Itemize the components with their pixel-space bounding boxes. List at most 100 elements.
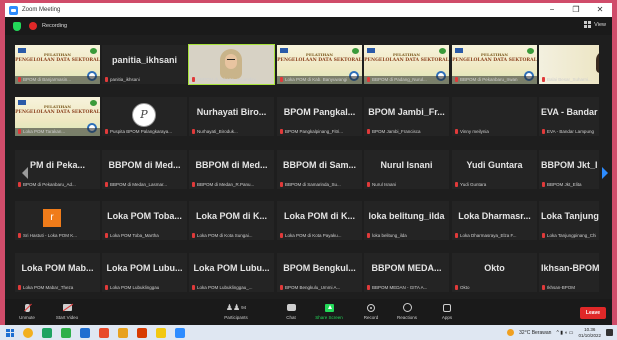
muted-mic-icon (18, 77, 21, 82)
participant-display-name: Loka POM Lubu... (193, 263, 270, 273)
participant-tile[interactable]: Ikhsan-BPOM Ikhsan-BPOM (539, 253, 599, 292)
participant-name: Loka POM di Kota Payaku... (285, 233, 342, 238)
leave-button[interactable]: Leave (580, 307, 606, 319)
file-explorer-icon[interactable] (61, 327, 71, 338)
participant-display-name: panitia_ikhsani (111, 55, 178, 65)
office-icon[interactable] (118, 327, 128, 338)
start-video-button[interactable]: Start Video (45, 302, 89, 320)
apps-button[interactable]: Apps (425, 302, 469, 320)
participant-name-label: Loka POM Tarakan... (18, 129, 97, 134)
participant-name: BBPOM di Pekanbaru_Irwan (460, 77, 518, 82)
minimize-button[interactable]: − (540, 3, 564, 17)
participant-tile[interactable]: PELATIHAN PENGELOLAAN DATA SEKTORAL BBPOM … (364, 45, 449, 84)
participant-tile[interactable]: Loka Dharmasr... Loka Dharmasraya_Elza F.… (452, 201, 537, 240)
muted-mic-icon (192, 77, 195, 82)
search-icon[interactable] (23, 327, 33, 338)
shield-icon[interactable] (13, 21, 21, 31)
participants-button[interactable]: ♟♟ 94 Participants (214, 302, 258, 320)
participant-tile[interactable]: P Puspita BPOM Palangkaraya... (102, 97, 187, 136)
participant-name-label: BBPOM di Padang_Nurul... (367, 77, 446, 82)
chat-icon (286, 304, 296, 311)
zoom-window: Zoom Meeting − ❐ ✕ Recording View PELATI… (5, 3, 612, 325)
participant-name-label: loka belitung_ilda (367, 233, 446, 238)
participant-name-label: BBPOM di Pekanbaru_Irwan (455, 77, 534, 82)
participant-tile[interactable]: Yudi Guntara Yudi Guntara (452, 150, 537, 189)
task-view-icon[interactable] (42, 327, 52, 338)
participant-tile[interactable]: Loka POM di K... Loka POM di Kota Sungai.… (189, 201, 274, 240)
maximize-button[interactable]: ❐ (564, 3, 588, 17)
windows-start-icon[interactable] (6, 328, 14, 337)
participant-tile[interactable]: Nurul Isnani Nurul Isnani (364, 150, 449, 189)
participant-tile[interactable]: r Sri Hastuti - Loka POM K... (15, 201, 100, 240)
sticky-notes-icon[interactable] (156, 327, 166, 338)
chrome-icon[interactable] (99, 327, 109, 338)
reactions-button[interactable]: Reactions (385, 302, 429, 320)
clock[interactable]: 10.36 01/10/2022 (578, 327, 601, 339)
muted-mic-icon (192, 233, 195, 238)
participant-name: BPOM Bengkulu_Ummi A... (285, 285, 341, 290)
unmute-button[interactable]: Unmute (5, 302, 49, 320)
grid-icon (584, 21, 592, 28)
participant-tile[interactable]: BBPOM di Sam... BBPOM di Samarinda_Su... (277, 150, 362, 189)
weather-text[interactable]: 32°C Berawan (519, 330, 551, 336)
participant-tile[interactable]: BPOM Jambi_Fr... BPOM Jambi_Francisca (364, 97, 449, 136)
participant-name-label: BBPOM di Medan_R.Panu... (192, 182, 271, 187)
participant-name-label: EVA - Bandar Lampung (542, 129, 596, 134)
participant-tile[interactable]: PELATIHAN PENGELOLAAN DATA SEKTORAL Loka P… (15, 97, 100, 136)
participant-tile[interactable]: BBPOM Jkt_I BBPOM Jkt_Elita (539, 150, 599, 189)
view-button[interactable]: View (584, 21, 606, 28)
powerpoint-icon[interactable] (137, 327, 147, 338)
muted-mic-icon (542, 233, 545, 238)
muted-mic-icon (280, 182, 283, 187)
participant-tile[interactable]: PELATIHAN PENGELOLAAN DATA SEKTORAL BBPOM … (452, 45, 537, 84)
muted-mic-icon (367, 285, 370, 290)
weather-icon[interactable] (507, 329, 515, 336)
profile-avatar: r (43, 209, 61, 227)
participant-tile[interactable]: Loka POM di K... Loka POM di Kota Payaku.… (277, 201, 362, 240)
participant-tile[interactable]: Loka POM Toba... Loka POM Toba_Martha (102, 201, 187, 240)
zoom-taskbar-icon[interactable] (175, 327, 185, 338)
notification-icon[interactable] (606, 329, 613, 336)
video-off-icon (62, 304, 72, 311)
participant-tile[interactable]: BBPOM di Jakarta_ayuandini... (188, 44, 275, 85)
muted-mic-icon (542, 285, 545, 290)
zoom-app-icon (9, 5, 18, 15)
participant-name-label: BPOM Pangkalpinang_Fitri... (280, 129, 359, 134)
participant-tile[interactable]: BBPOM di Med... BBPOM di Medan_R.Panu... (189, 150, 274, 189)
participant-name: Loka POM di Kab. Banyuwangi (285, 77, 348, 82)
next-page-icon[interactable] (602, 167, 608, 179)
participant-tile[interactable]: BBPOM MEDA... BBPOM MEDAN - GITA A... (364, 253, 449, 292)
tray-icons[interactable]: ^ ▮ ◖ ▭ (556, 330, 573, 336)
recording-label[interactable]: Recording (42, 23, 67, 29)
muted-mic-icon (455, 285, 458, 290)
participant-tile[interactable]: loka belitung_ilda loka belitung_ilda (364, 201, 449, 240)
close-button[interactable]: ✕ (588, 3, 612, 17)
participant-tile[interactable]: BBPOM di Med... BBPOM di Medan_Lasmar... (102, 150, 187, 189)
participant-tile[interactable]: Loka POM Mab... Loka POM Mabar_Theza (15, 253, 100, 292)
participant-tile[interactable]: Balai Besar_Suharni... (539, 45, 599, 84)
participant-tile[interactable]: PELATIHAN PENGELOLAAN DATA SEKTORAL Loka P… (277, 45, 362, 84)
participant-name: Loka POM Lubuklinggau (110, 285, 160, 290)
participant-tile[interactable]: Loka Tanjungpi... Loka Tanjungpinang_Chi.… (539, 201, 599, 240)
share-screen-button[interactable]: Share Screen (307, 302, 351, 320)
participant-name: BPOM Jambi_Francisca (372, 129, 421, 134)
participant-tile[interactable]: Nurhayati Biro... Nurhayati_Biroduk... (189, 97, 274, 136)
participant-tile[interactable]: PELATIHAN PENGELOLAAN DATA SEKTORAL BPOM d… (15, 45, 100, 84)
participant-tile[interactable]: Okto Okto (452, 253, 537, 292)
edge-icon[interactable] (80, 327, 90, 338)
participant-name: Okto (460, 285, 470, 290)
participant-display-name: Loka POM Lubu... (106, 263, 183, 273)
participant-name-label: BPOM di Banjarmasin... (18, 77, 97, 82)
apps-label: Apps (441, 315, 453, 320)
participant-tile[interactable]: EVA - Bandar La... EVA - Bandar Lampung (539, 97, 599, 136)
participant-name-label: BBPOM MEDAN - GITA A... (367, 285, 446, 290)
muted-mic-icon (192, 182, 195, 187)
participant-tile[interactable]: BPOM Bengkul... BPOM Bengkulu_Ummi A... (277, 253, 362, 292)
participant-tile[interactable]: Vinny meilynia (452, 97, 537, 136)
previous-page-icon[interactable] (22, 167, 28, 179)
participant-tile[interactable]: Loka POM Lubu... Loka POM Lubuklinggau_..… (189, 253, 274, 292)
participant-name-label: Loka POM Lubuklinggau (105, 285, 184, 290)
participant-tile[interactable]: Loka POM Lubu... Loka POM Lubuklinggau (102, 253, 187, 292)
participant-tile[interactable]: panitia_ikhsani panitia_ikhsani (102, 45, 187, 84)
participant-tile[interactable]: BPOM Pangkal... BPOM Pangkalpinang_Fitri.… (277, 97, 362, 136)
